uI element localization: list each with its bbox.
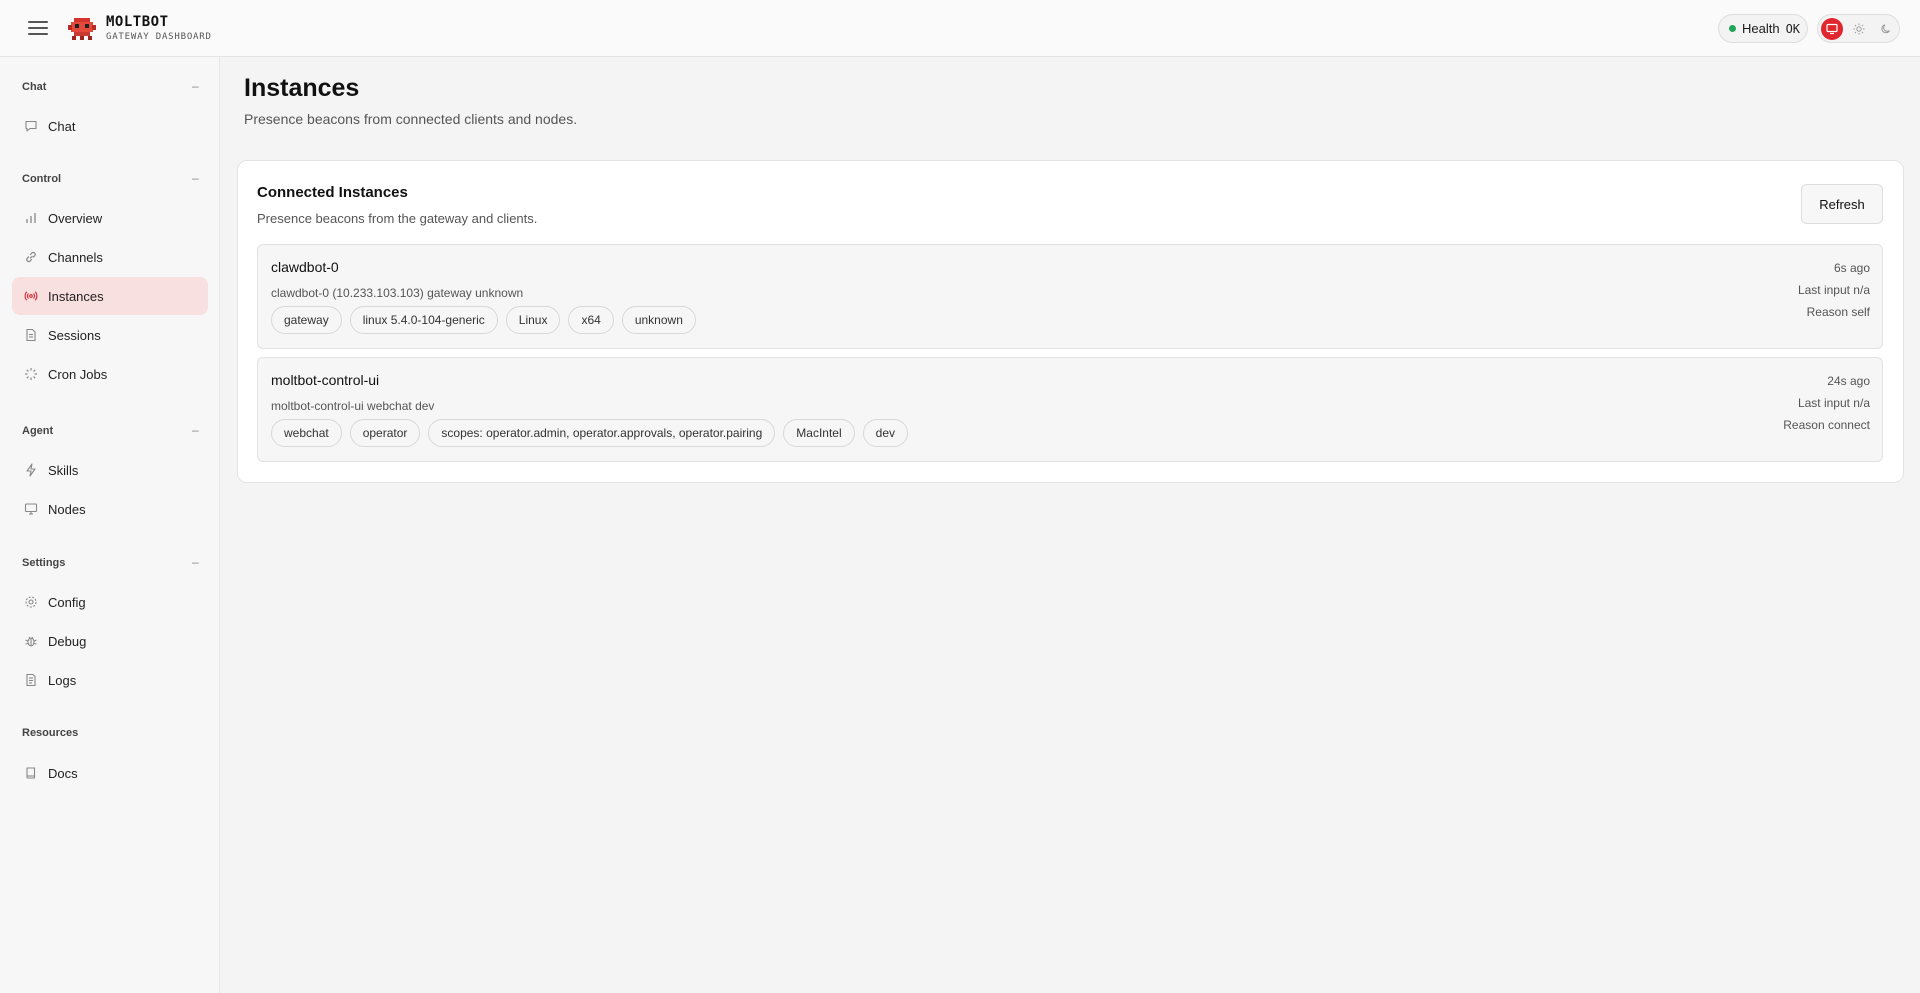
menu-toggle-icon[interactable] (28, 19, 48, 37)
instance-tag: operator (349, 419, 421, 447)
sidebar-group-resources: Resources (22, 727, 79, 739)
brand-name: MOLTBOT (106, 14, 169, 30)
instance-meta: 24s ago Last input n/a Reason connect (1783, 370, 1870, 436)
health-status: OK (1785, 21, 1801, 36)
broadcast-icon (24, 289, 38, 303)
sidebar-item-channels[interactable]: Channels (12, 238, 208, 276)
loader-icon (24, 367, 38, 381)
instance-tags: webchat operator scopes: operator.admin,… (271, 419, 908, 447)
document-icon (24, 328, 38, 342)
sidebar-item-sessions[interactable]: Sessions (12, 316, 208, 354)
instance-tag: x64 (568, 306, 614, 334)
instance-description: moltbot-control-ui webchat dev (271, 399, 435, 413)
instance-row: clawdbot-0 clawdbot-0 (10.233.103.103) g… (257, 244, 1883, 349)
instance-tag: unknown (621, 306, 696, 334)
card-title: Connected Instances (257, 184, 408, 201)
instance-last-input: Last input n/a (1797, 283, 1870, 297)
sidebar-item-label: Channels (48, 249, 103, 265)
moltbot-logo-icon (68, 16, 96, 42)
instance-description: clawdbot-0 (10.233.103.103) gateway unkn… (271, 286, 524, 300)
instance-tag: gateway (271, 306, 342, 334)
sidebar-item-docs[interactable]: Docs (12, 754, 208, 792)
monitor-icon (1826, 23, 1838, 34)
theme-light-button[interactable] (1848, 18, 1870, 40)
sidebar-item-label: Nodes (48, 501, 86, 517)
instance-last-input: Last input n/a (1797, 396, 1870, 410)
health-status-dot-icon (1729, 25, 1736, 32)
sidebar-item-label: Logs (48, 672, 77, 688)
brand-subtitle: GATEWAY DASHBOARD (106, 32, 212, 42)
page-subtitle: Presence beacons from connected clients … (244, 111, 578, 127)
sidebar-item-nodes[interactable]: Nodes (12, 490, 208, 528)
bar-chart-icon (24, 211, 38, 225)
collapse-agent-button[interactable]: – (192, 423, 199, 437)
sidebar-item-skills[interactable]: Skills (12, 451, 208, 489)
refresh-button[interactable]: Refresh (1801, 184, 1883, 224)
sidebar-item-label: Sessions (48, 327, 101, 343)
sidebar-group-settings: Settings (22, 557, 66, 569)
theme-dark-button[interactable] (1875, 18, 1897, 40)
instance-meta: 6s ago Last input n/a Reason self (1798, 257, 1870, 323)
theme-switch (1817, 14, 1900, 43)
sidebar-group-control: Control (22, 173, 62, 185)
instance-row: moltbot-control-ui moltbot-control-ui we… (257, 357, 1883, 462)
top-bar: MOLTBOT GATEWAY DASHBOARD Health OK (0, 0, 1920, 57)
gear-icon (24, 595, 38, 609)
instance-reason: Reason connect (1783, 418, 1870, 432)
sidebar-item-label: Config (48, 594, 86, 610)
book-icon (24, 766, 38, 780)
connected-instances-card: Connected Instances Presence beacons fro… (237, 160, 1904, 483)
card-subtitle: Presence beacons from the gateway and cl… (257, 211, 538, 226)
lightning-icon (24, 463, 38, 477)
sidebar-item-label: Chat (48, 118, 76, 134)
sidebar-group-agent: Agent (22, 425, 54, 437)
instance-tag: linux 5.4.0-104-generic (349, 306, 498, 334)
instance-name: clawdbot-0 (271, 259, 339, 275)
collapse-settings-button[interactable]: – (192, 555, 199, 569)
instance-tag: webchat (271, 419, 342, 447)
sidebar-item-chat[interactable]: Chat (12, 107, 208, 145)
instance-reason: Reason self (1806, 305, 1870, 319)
sidebar-item-label: Instances (48, 288, 104, 304)
sidebar-item-logs[interactable]: Logs (12, 661, 208, 699)
moon-icon (1881, 23, 1890, 33)
sidebar-item-config[interactable]: Config (12, 583, 208, 621)
sidebar-item-label: Docs (48, 765, 78, 781)
instance-age: 24s ago (1827, 374, 1870, 388)
instance-tag: MacIntel (783, 419, 855, 447)
health-label: Health (1742, 21, 1780, 36)
sidebar-item-label: Cron Jobs (48, 366, 108, 382)
instance-tags: gateway linux 5.4.0-104-generic Linux x6… (271, 306, 696, 334)
health-badge: Health OK (1718, 14, 1808, 43)
chat-bubble-icon (24, 119, 38, 133)
link-icon (24, 250, 38, 264)
brand: MOLTBOT GATEWAY DASHBOARD (106, 14, 212, 42)
sidebar-item-cron-jobs[interactable]: Cron Jobs (12, 355, 208, 393)
theme-system-button[interactable] (1821, 17, 1843, 40)
sidebar-item-debug[interactable]: Debug (12, 622, 208, 660)
instance-age: 6s ago (1833, 261, 1870, 275)
sidebar-item-instances[interactable]: Instances (12, 277, 208, 315)
sidebar-group-chat: Chat (22, 81, 47, 93)
file-text-icon (24, 673, 38, 687)
monitor-icon (24, 502, 38, 516)
bug-icon (24, 634, 38, 648)
sidebar-item-label: Skills (48, 462, 79, 478)
instance-tag: scopes: operator.admin, operator.approva… (428, 419, 776, 447)
instance-tag: Linux (505, 306, 561, 334)
instance-name: moltbot-control-ui (271, 372, 380, 388)
sidebar: Chat – Chat Control – Overview Channels … (0, 57, 220, 993)
sidebar-item-label: Debug (48, 633, 87, 649)
sidebar-item-label: Overview (48, 210, 103, 226)
instance-tag: dev (862, 419, 908, 447)
collapse-control-button[interactable]: – (192, 171, 199, 185)
collapse-chat-button[interactable]: – (192, 79, 199, 93)
sun-icon (1853, 23, 1865, 34)
page-title: Instances (244, 74, 360, 102)
sidebar-item-overview[interactable]: Overview (12, 199, 208, 237)
